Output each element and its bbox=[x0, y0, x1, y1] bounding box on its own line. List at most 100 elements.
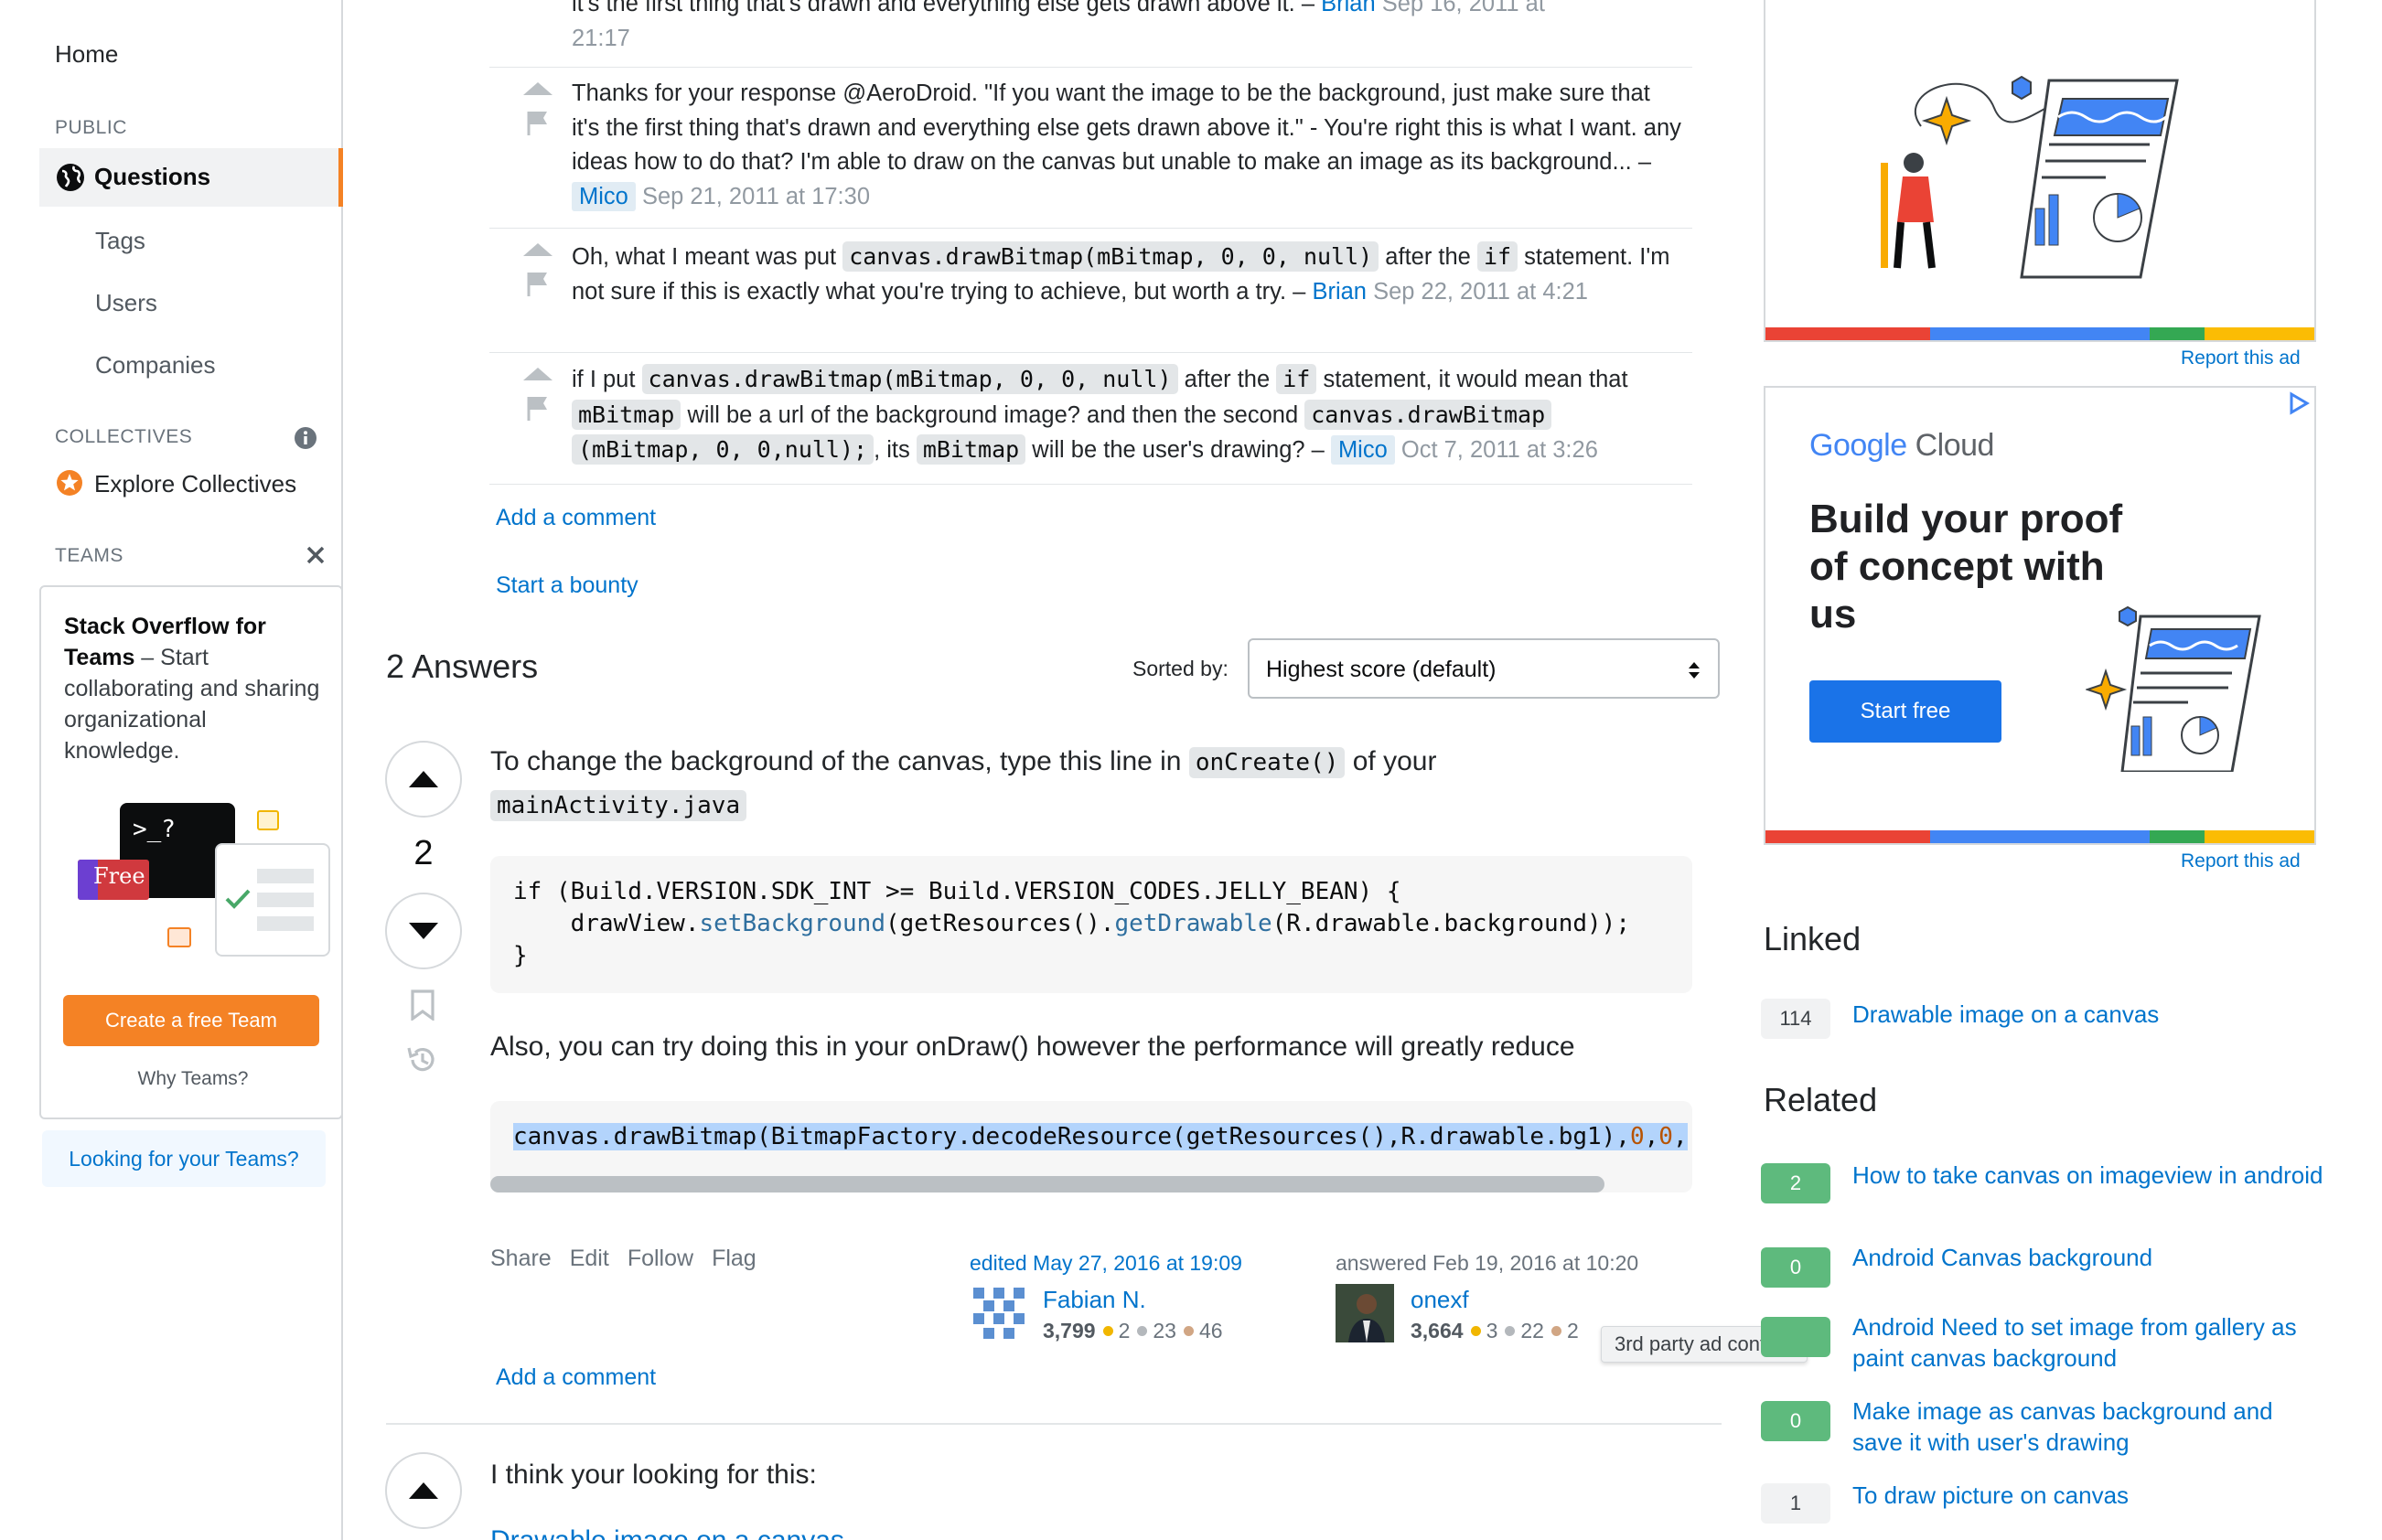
comment-user[interactable]: Mico bbox=[572, 181, 636, 211]
answer-score: 2 bbox=[413, 834, 434, 872]
nav-collectives-heading: COLLECTIVES bbox=[55, 426, 193, 447]
nav-questions[interactable]: Questions bbox=[39, 148, 343, 207]
nav-home[interactable]: Home bbox=[55, 40, 118, 69]
comment-text: if I put canvas.drawBitmap(mBitmap, 0, 0… bbox=[572, 364, 1628, 465]
sort-select[interactable]: Highest score (default) bbox=[1248, 638, 1720, 699]
create-team-button[interactable]: Create a free Team bbox=[63, 995, 319, 1046]
upvote-button[interactable] bbox=[385, 741, 462, 818]
start-free-button[interactable]: Start free bbox=[1809, 680, 2001, 743]
arrow-up-icon bbox=[409, 1482, 438, 1499]
nav-tags[interactable]: Tags bbox=[95, 227, 145, 255]
answered-label: answered Feb 19, 2016 at 10:20 bbox=[1336, 1251, 1639, 1275]
ad-google-cloud[interactable]: Google Cloud Build your proof of concept… bbox=[1764, 386, 2316, 845]
collectives-icon bbox=[57, 470, 82, 496]
terminal-text: >_? bbox=[133, 816, 176, 843]
linked-question-link[interactable]: Drawable image on a canvas bbox=[1852, 999, 2328, 1030]
answers-count-heading: 2 Answers bbox=[386, 647, 539, 685]
history-icon[interactable] bbox=[405, 1043, 440, 1077]
sorted-by-label: Sorted by: bbox=[1132, 657, 1229, 680]
related-question-link[interactable]: Make image as canvas background and save… bbox=[1852, 1396, 2328, 1458]
edit-link[interactable]: Edit bbox=[570, 1246, 609, 1271]
ad-illustration bbox=[1881, 75, 2179, 279]
editor-avatar[interactable] bbox=[970, 1284, 1028, 1342]
google-cloud-logo: Google Cloud bbox=[1809, 428, 1994, 463]
share-link[interactable]: Share bbox=[490, 1246, 552, 1271]
report-ad-link[interactable]: Report this ad bbox=[2181, 850, 2301, 872]
comment-user[interactable]: Brian bbox=[1321, 0, 1376, 16]
related-question-link[interactable]: How to take canvas on imageview in andro… bbox=[1852, 1160, 2328, 1191]
comment-item: if I put canvas.drawBitmap(mBitmap, 0, 0… bbox=[489, 353, 1692, 485]
related-score: 0 bbox=[1761, 1401, 1830, 1441]
follow-link[interactable]: Follow bbox=[628, 1246, 693, 1271]
answer2-text: I think your looking for this: bbox=[490, 1460, 817, 1490]
code-block: if (Build.VERSION.SDK_INT >= Build.VERSI… bbox=[490, 856, 1692, 993]
comment-item: Thanks for your response @AeroDroid. "If… bbox=[489, 68, 1692, 229]
flag-icon[interactable] bbox=[526, 110, 550, 135]
select-arrows-icon bbox=[1689, 662, 1700, 679]
answer-body-also: Also, you can try doing this in your onD… bbox=[490, 1032, 1575, 1062]
flag-icon[interactable] bbox=[526, 271, 550, 296]
related-question-link[interactable]: Android Canvas background bbox=[1852, 1242, 2328, 1273]
nav-teams-heading: TEAMS bbox=[55, 545, 123, 566]
comment-upvote-icon[interactable] bbox=[523, 243, 553, 256]
author-name[interactable]: onexf bbox=[1411, 1286, 1469, 1314]
downvote-button[interactable] bbox=[385, 893, 462, 969]
ad-banner-top[interactable] bbox=[1764, 0, 2316, 342]
comment-date: Sep 16, 2011 at bbox=[1381, 0, 1545, 16]
close-icon[interactable] bbox=[306, 545, 326, 565]
comment-text: Thanks for your response @AeroDroid. "If… bbox=[572, 80, 1681, 211]
globe-icon bbox=[57, 164, 84, 191]
comment-upvote-icon[interactable] bbox=[523, 368, 553, 380]
looking-for-teams-button[interactable]: Looking for your Teams? bbox=[42, 1130, 326, 1187]
author-reputation: 3,664 3 22 2 bbox=[1411, 1319, 1579, 1342]
comment-user[interactable]: Mico bbox=[1330, 435, 1395, 465]
adchoices-icon[interactable] bbox=[2287, 391, 2311, 415]
nav-public-heading: PUBLIC bbox=[55, 117, 127, 138]
linked-score: 114 bbox=[1761, 999, 1830, 1039]
editor-reputation: 3,799 2 23 46 bbox=[1043, 1319, 1223, 1342]
bookmark-icon[interactable] bbox=[409, 989, 436, 1021]
nav-companies[interactable]: Companies bbox=[95, 351, 216, 380]
info-icon[interactable] bbox=[294, 426, 317, 450]
arrow-up-icon bbox=[409, 771, 438, 787]
comment-item: Oh, what I meant was put canvas.drawBitm… bbox=[489, 229, 1692, 353]
related-question-link[interactable]: Android Need to set image from gallery a… bbox=[1852, 1311, 2328, 1374]
comment-user[interactable]: Brian bbox=[1312, 279, 1367, 305]
ad-illustration bbox=[2086, 605, 2261, 772]
flag-link[interactable]: Flag bbox=[712, 1246, 756, 1271]
related-score: 2 bbox=[1761, 1163, 1830, 1203]
related-score: 0 bbox=[1761, 1247, 1830, 1288]
why-teams-link[interactable]: Why Teams? bbox=[41, 1068, 345, 1090]
comment-date: Oct 7, 2011 at 3:26 bbox=[1400, 437, 1598, 463]
comment-text: Oh, what I meant was put canvas.drawBitm… bbox=[572, 241, 1670, 305]
upvote-button[interactable] bbox=[385, 1452, 462, 1529]
teams-promo-text: Stack Overflow for Teams – Start collabo… bbox=[64, 614, 320, 764]
post-menu: Share Edit Follow Flag bbox=[490, 1246, 775, 1272]
arrow-down-icon bbox=[409, 923, 438, 939]
start-bounty-link[interactable]: Start a bounty bbox=[496, 572, 638, 599]
add-comment-link[interactable]: Add a comment bbox=[496, 505, 656, 531]
comment-item: it's the first thing that's drawn and ev… bbox=[489, 0, 1692, 68]
comment-upvote-icon[interactable] bbox=[523, 82, 553, 95]
comment-date: Sep 21, 2011 at 17:30 bbox=[641, 183, 871, 209]
answer2-link[interactable]: Drawable image on a canvas bbox=[490, 1525, 844, 1540]
teams-illustration: >_? Free bbox=[78, 803, 330, 977]
answer-divider bbox=[386, 1423, 1722, 1425]
report-ad-link[interactable]: Report this ad bbox=[2181, 348, 2301, 369]
related-question-link[interactable]: To draw picture on canvas bbox=[1852, 1480, 2328, 1511]
linked-heading: Linked bbox=[1764, 920, 1862, 957]
answer-body-intro: To change the background of the canvas, … bbox=[490, 746, 1437, 821]
add-comment-link[interactable]: Add a comment bbox=[496, 1364, 656, 1391]
editor-name[interactable]: Fabian N. bbox=[1043, 1286, 1146, 1314]
sort-select-value: Highest score (default) bbox=[1266, 657, 1497, 682]
author-avatar[interactable] bbox=[1336, 1284, 1394, 1342]
flag-icon[interactable] bbox=[526, 395, 550, 421]
comment-text: it's the first thing that's drawn and ev… bbox=[572, 0, 1683, 56]
nav-users[interactable]: Users bbox=[95, 289, 157, 317]
related-score bbox=[1761, 1317, 1830, 1357]
horizontal-scrollbar[interactable] bbox=[490, 1176, 1604, 1192]
free-badge: Free bbox=[93, 863, 145, 889]
edited-link[interactable]: edited May 27, 2016 at 19:09 bbox=[970, 1251, 1242, 1276]
nav-explore-collectives[interactable]: Explore Collectives bbox=[94, 470, 296, 498]
nav-questions-label: Questions bbox=[94, 163, 211, 190]
